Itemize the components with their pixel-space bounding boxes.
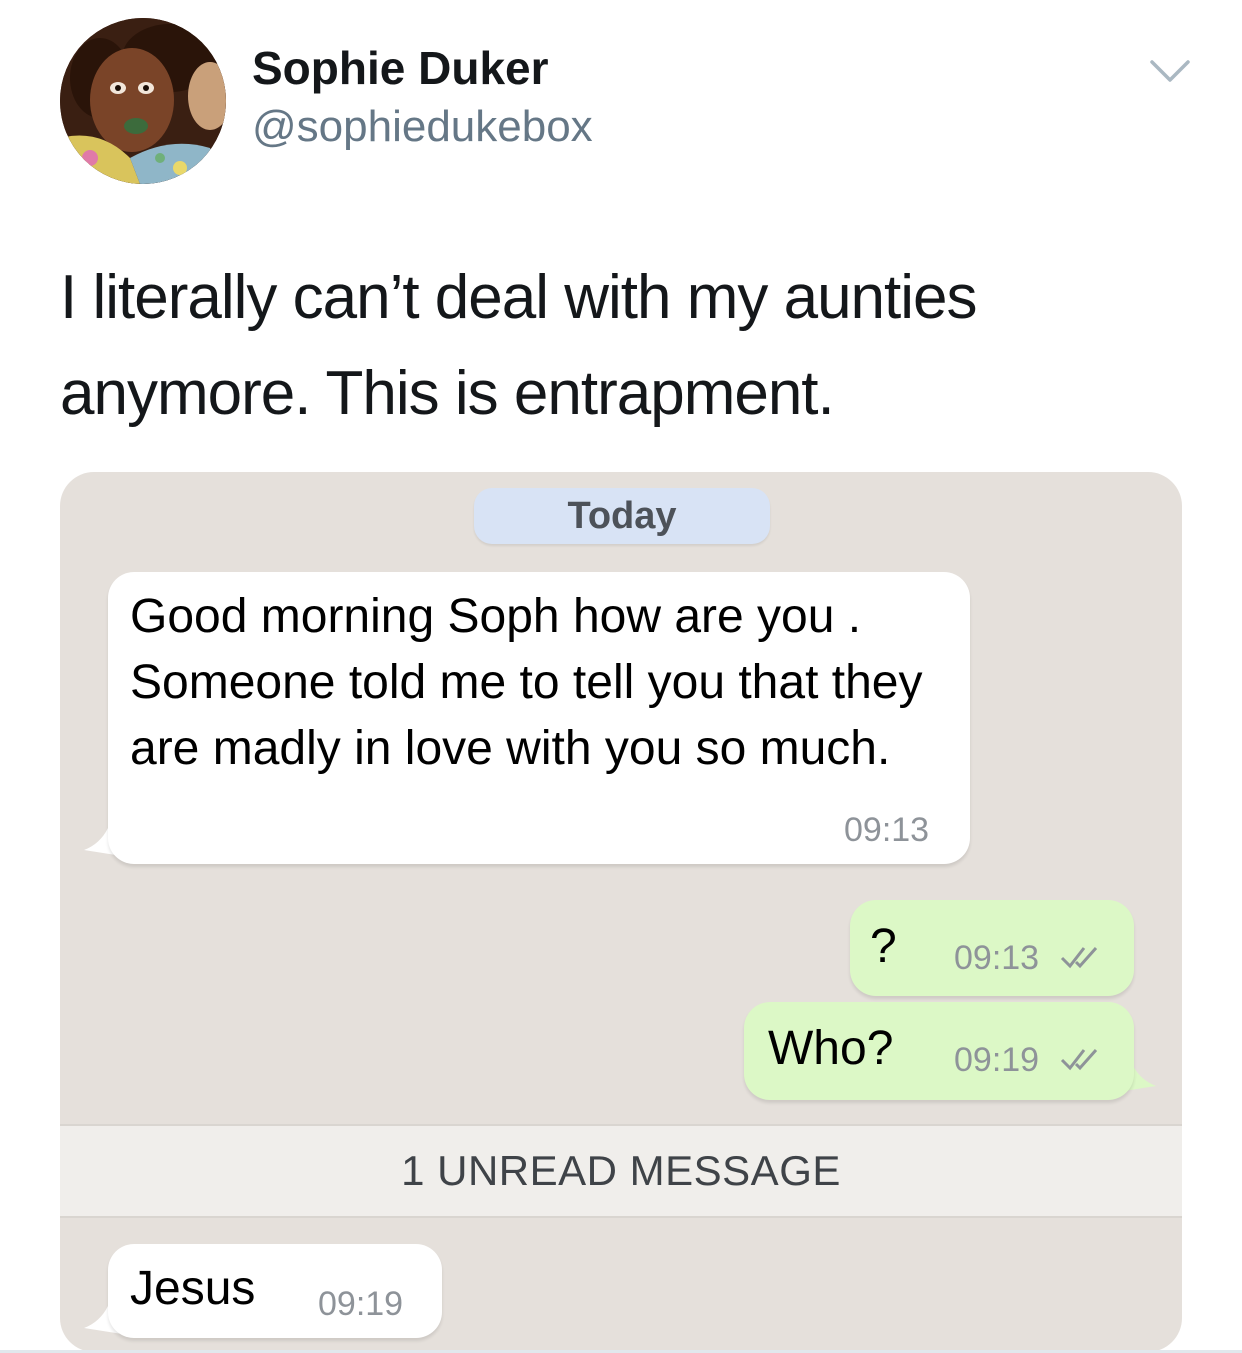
avatar[interactable] [60, 18, 226, 184]
message-text: Good morning Soph how are you . Someone … [130, 590, 923, 775]
message-time: 09:13 [844, 811, 930, 849]
message-text: ? [870, 920, 897, 973]
unread-messages-separator: 1 UNREAD MESSAGE [60, 1124, 1182, 1218]
chevron-down-icon[interactable] [1148, 56, 1192, 86]
avatar-photo [60, 18, 226, 184]
tweet-text: I literally can’t deal with my aunties a… [60, 263, 978, 428]
message-text: Jesus [130, 1262, 256, 1315]
chat-screenshot: Today Good morning Soph how are you . So… [60, 472, 1182, 1352]
author-handle[interactable]: @sophiedukebox [252, 100, 593, 154]
message-bubble-outgoing[interactable]: Who? 09:19 [744, 1002, 1134, 1100]
message-time: 09:13 [954, 939, 1040, 977]
message-time: 09:19 [318, 1285, 404, 1323]
double-check-icon [1060, 1049, 1098, 1071]
author-name[interactable]: Sophie Duker [252, 40, 549, 96]
message-text: Who? [768, 1022, 894, 1075]
double-check-icon [1060, 947, 1098, 969]
message-bubble-incoming[interactable]: Good morning Soph how are you . Someone … [108, 572, 970, 864]
message-time: 09:19 [954, 1041, 1040, 1079]
date-separator: Today [474, 488, 770, 544]
message-bubble-incoming[interactable]: Jesus 09:19 [108, 1244, 442, 1338]
message-bubble-outgoing[interactable]: ? 09:13 [850, 900, 1134, 996]
